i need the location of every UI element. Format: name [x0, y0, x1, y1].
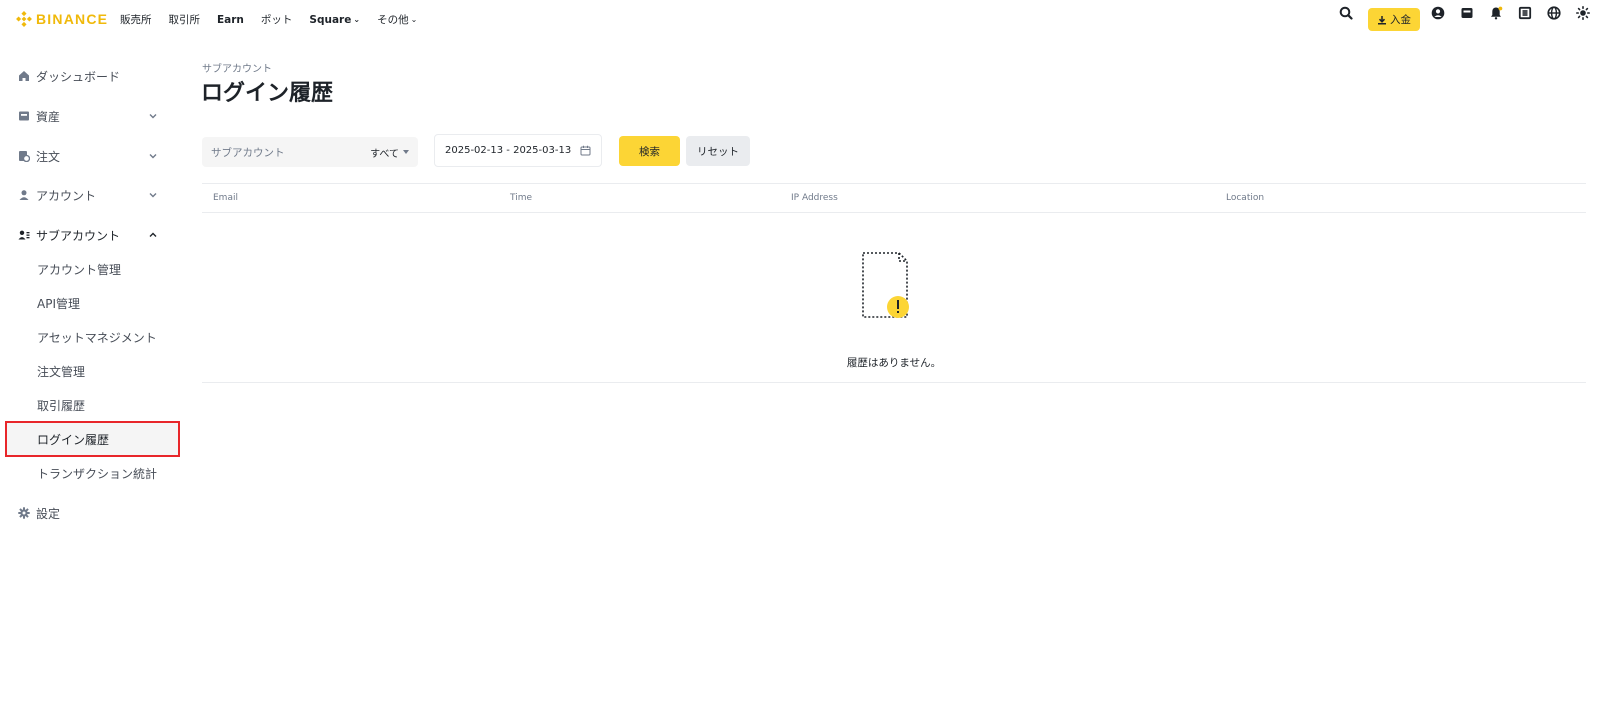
- sidebar-item-label: API管理: [37, 296, 80, 311]
- sidebar-item-label: サブアカウント: [36, 228, 121, 243]
- theme-toggle-icon[interactable]: [1575, 5, 1591, 21]
- profile-icon[interactable]: [1430, 5, 1446, 21]
- wallet-icon: [18, 110, 30, 122]
- calendar-icon: [580, 145, 591, 156]
- top-navigation-bar: BINANCE 販売所 取引所 Earn ポット Square ⌄ その他 ⌄ …: [0, 0, 1600, 38]
- column-header-time: Time: [510, 193, 533, 203]
- subaccount-select[interactable]: すべて: [370, 145, 409, 160]
- reset-button[interactable]: リセット: [686, 136, 750, 166]
- nav-item-hanbaisho[interactable]: 販売所: [120, 12, 152, 27]
- sidebar-item-label: トランザクション統計: [37, 466, 158, 481]
- download-app-icon[interactable]: [1517, 5, 1533, 21]
- globe-icon[interactable]: [1546, 5, 1562, 21]
- date-range-picker[interactable]: 2025-02-13 - 2025-03-13: [434, 134, 602, 167]
- nav-item-earn[interactable]: Earn: [217, 14, 244, 26]
- sidebar-item-label: アカウント: [36, 188, 97, 203]
- chevron-up-icon: [148, 230, 158, 240]
- user-icon: [18, 189, 30, 201]
- sidebar-item-transaction-statistics[interactable]: トランザクション統計: [0, 458, 180, 488]
- date-range-value: 2025-02-13 - 2025-03-13: [445, 145, 572, 156]
- column-header-location: Location: [1226, 193, 1265, 203]
- sidebar-item-login-history[interactable]: ログイン履歴: [5, 421, 180, 457]
- sidebar-item-order-management[interactable]: 注文管理: [0, 356, 180, 386]
- nav-item-square-label: Square: [309, 13, 352, 26]
- column-header-email: Email: [213, 193, 238, 203]
- chevron-down-icon: ⌄: [410, 15, 418, 24]
- sidebar-item-label: 資産: [36, 109, 61, 124]
- notification-bell-icon[interactable]: [1488, 5, 1504, 21]
- sidebar-item-asset-management[interactable]: アセットマネジメント: [0, 322, 180, 352]
- download-icon: [1378, 15, 1386, 25]
- binance-logo[interactable]: BINANCE: [16, 11, 108, 27]
- nav-item-pot[interactable]: ポット: [261, 12, 293, 27]
- sidebar-item-dashboard[interactable]: ダッシュボード: [0, 61, 180, 91]
- sidebar-item-trade-history[interactable]: 取引履歴: [0, 390, 180, 420]
- subaccount-input-placeholder[interactable]: サブアカウント: [211, 145, 285, 160]
- empty-state-message: 履歴はありません。: [846, 357, 942, 369]
- sidebar-item-api-management[interactable]: API管理: [0, 288, 180, 318]
- sidebar-item-orders[interactable]: 注文: [0, 141, 180, 171]
- breadcrumb[interactable]: サブアカウント: [202, 60, 272, 75]
- empty-state: 履歴はありません。: [202, 213, 1586, 383]
- column-header-ip-address: IP Address: [791, 193, 838, 203]
- table-header: Email Time IP Address Location: [202, 183, 1586, 213]
- sidebar-item-label: ダッシュボード: [36, 69, 121, 84]
- sidebar-item-label: アカウント管理: [37, 262, 122, 277]
- sidebar-item-label: 設定: [36, 506, 61, 521]
- home-icon: [18, 70, 30, 82]
- order-icon: [18, 150, 30, 162]
- nav-item-more[interactable]: その他 ⌄: [377, 12, 417, 27]
- sub-account-icon: [18, 229, 30, 241]
- chevron-down-icon: ⌄: [353, 15, 361, 24]
- sidebar-item-label: 注文: [36, 149, 61, 164]
- search-icon[interactable]: [1338, 5, 1354, 21]
- page-title: ログイン履歴: [201, 81, 334, 106]
- chevron-down-icon: [148, 111, 158, 121]
- nav-item-more-label: その他: [377, 14, 409, 26]
- sidebar-item-label: 取引履歴: [37, 398, 86, 413]
- sidebar-item-settings[interactable]: 設定: [0, 498, 180, 528]
- no-data-document-icon: [862, 252, 909, 318]
- subaccount-filter[interactable]: サブアカウント すべて: [202, 137, 418, 167]
- sidebar-item-sub-account[interactable]: サブアカウント: [0, 220, 180, 250]
- search-button[interactable]: 検索: [619, 136, 680, 166]
- deposit-label: 入金: [1390, 14, 1411, 26]
- sidebar-item-label: ログイン履歴: [37, 432, 110, 447]
- chevron-down-icon: [148, 151, 158, 161]
- chevron-down-icon: [148, 190, 158, 200]
- sidebar-item-label: アセットマネジメント: [37, 330, 157, 345]
- wallet-icon[interactable]: [1459, 5, 1475, 21]
- caret-down-icon: [403, 150, 409, 154]
- settings-icon: [18, 507, 30, 519]
- brand-name: BINANCE: [36, 11, 109, 27]
- subaccount-select-value: すべて: [370, 148, 399, 160]
- nav-item-square[interactable]: Square ⌄: [309, 14, 360, 26]
- sidebar-item-account-management[interactable]: アカウント管理: [0, 254, 180, 284]
- binance-logo-icon: [16, 11, 32, 27]
- nav-item-exchange[interactable]: 取引所: [169, 12, 201, 27]
- sidebar-item-account[interactable]: アカウント: [0, 180, 180, 210]
- deposit-button[interactable]: 入金: [1368, 8, 1420, 31]
- sidebar-item-label: 注文管理: [37, 364, 86, 379]
- main-nav: 販売所 取引所 Earn ポット Square ⌄ その他 ⌄: [120, 12, 434, 27]
- sidebar-item-assets[interactable]: 資産: [0, 101, 180, 131]
